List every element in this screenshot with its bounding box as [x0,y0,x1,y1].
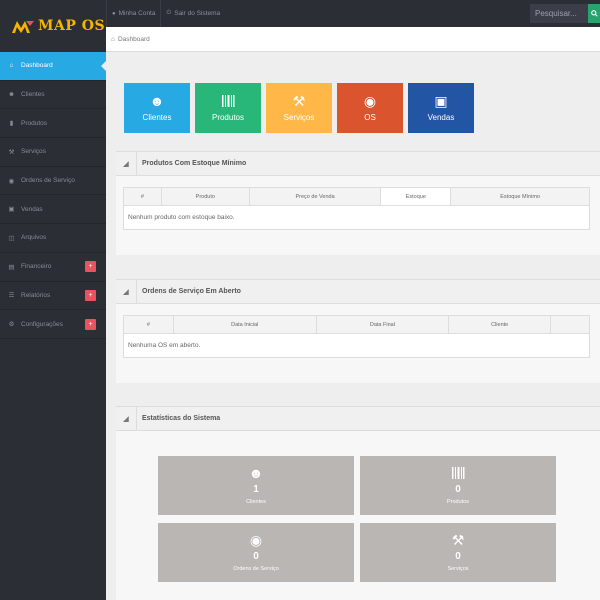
sidebar-item-dashboard[interactable]: ⌂ Dashboard [0,52,106,81]
home-icon: ⌂ [9,62,14,70]
sidebar-item-arquivos[interactable]: ◫ Arquivos [0,224,106,253]
users-icon: ☻ [149,93,165,109]
column-header[interactable]: Data Final [316,315,450,334]
column-header[interactable]: # [123,187,162,206]
column-header[interactable]: Estoque Mínimo [450,187,590,206]
sidebar-item-clientes[interactable]: ☻ Clientes [0,81,106,110]
users-icon: ☻ [8,91,15,99]
empty-message: Nenhuma OS em aberto. [123,333,590,358]
logo[interactable]: MAP OS [0,0,106,52]
sidebar-item-vendas[interactable]: ▣ Vendas [0,195,106,225]
stat-clientes[interactable]: ☻ 1 Clientes [158,456,354,515]
expand-badge[interactable]: + [85,289,96,301]
sidebar-item-produtos[interactable]: ▮ Produtos [0,109,106,139]
column-header[interactable]: Produto [161,187,250,206]
open-os-widget: ◢ Ordens de Serviço Em Aberto # Data Ini… [116,279,600,383]
search-button[interactable] [588,4,600,23]
top-links: ● Minha Conta ⏻ Sair do Sistema [106,0,225,27]
power-icon: ⏻ [166,10,172,16]
money-icon: ▤ [8,263,15,271]
sidebar-item-relatorios[interactable]: ☰ Relatórios + [0,282,106,311]
empty-message: Nenhum produto com estoque baixo. [123,205,590,230]
search-icon [590,10,598,17]
signal-icon: ◢ [116,406,137,431]
user-icon: ● [112,10,116,17]
breadcrumb: ⌂ Dashboard [106,27,600,52]
column-header[interactable]: # [123,315,174,334]
column-header[interactable]: Estoque [380,187,452,206]
quick-vendas-button[interactable]: ▣ Vendas [408,83,474,133]
quick-servicos-button[interactable]: ⚒ Serviços [266,83,332,133]
cart-icon: ▣ [434,93,448,109]
column-header[interactable]: Preço de Venda [249,187,382,206]
logo-mark-icon [12,21,34,33]
search-input[interactable]: Pesquisar... [530,4,588,23]
stat-ordens[interactable]: ◉ 0 Ordens de Serviço [158,523,354,582]
sidebar-item-financeiro[interactable]: ▤ Financeiro + [0,253,106,282]
breadcrumb-dashboard[interactable]: Dashboard [118,36,150,43]
my-account-link[interactable]: ● Minha Conta [106,0,160,27]
barcode-icon [452,467,465,479]
widget-header: ◢ Produtos Com Estoque Mínimo [116,151,600,176]
barcode-icon: ▮ [9,120,14,128]
home-icon: ⌂ [111,35,115,43]
sidebar-item-configuracoes[interactable]: ⚙ Configurações + [0,310,106,339]
signal-icon: ◢ [116,279,137,304]
hdd-icon: ◫ [8,234,15,242]
stats-widget: ◢ Estatísticas do Sistema ☻ 1 Clientes 0… [116,406,600,600]
column-header[interactable]: Cliente [448,315,552,334]
expand-badge[interactable]: + [85,261,96,273]
widget-header: ◢ Ordens de Serviço Em Aberto [116,279,600,304]
quick-produtos-button[interactable]: Produtos [195,83,261,133]
sidebar: ⌂ Dashboard ☻ Clientes ▮ Produtos ⚒ Serv… [0,52,106,600]
expand-badge[interactable]: + [85,318,96,330]
low-stock-table: # Produto Preço de Venda Estoque Estoque… [123,187,590,230]
open-os-table: # Data Inicial Data Final Cliente Nenhum… [123,315,590,358]
low-stock-widget: ◢ Produtos Com Estoque Mínimo # Produto … [116,151,600,255]
quick-actions: ☻ Clientes Produtos ⚒ Serviços ◉ OS ▣ Ve… [124,83,474,133]
stat-produtos[interactable]: 0 Produtos [360,456,556,515]
signal-icon: ◢ [116,151,137,176]
tags-icon: ◉ [363,93,377,109]
wrench-icon: ⚒ [292,93,306,109]
sidebar-item-servicos[interactable]: ⚒ Serviços [0,138,106,167]
tags-icon: ◉ [249,532,263,548]
main-content: ⌂ Dashboard ☻ Clientes Produtos ⚒ Serviç… [106,27,600,600]
column-header[interactable]: Data Inicial [173,315,317,334]
stat-servicos[interactable]: ⚒ 0 Serviços [360,523,556,582]
wrench-icon: ⚒ [451,532,465,548]
quick-os-button[interactable]: ◉ OS [337,83,403,133]
logout-link[interactable]: ⏻ Sair do Sistema [160,0,225,27]
quick-clientes-button[interactable]: ☻ Clientes [124,83,190,133]
column-header [550,315,590,334]
wrench-icon: ⚒ [8,148,15,156]
list-icon: ☰ [8,292,15,300]
cart-icon: ▣ [8,206,15,214]
cog-icon: ⚙ [8,321,15,329]
sidebar-item-ordens[interactable]: ◉ Ordens de Serviço [0,167,106,196]
tags-icon: ◉ [8,177,15,185]
widget-header: ◢ Estatísticas do Sistema [116,406,600,431]
barcode-icon [222,95,235,107]
users-icon: ☻ [248,465,264,481]
